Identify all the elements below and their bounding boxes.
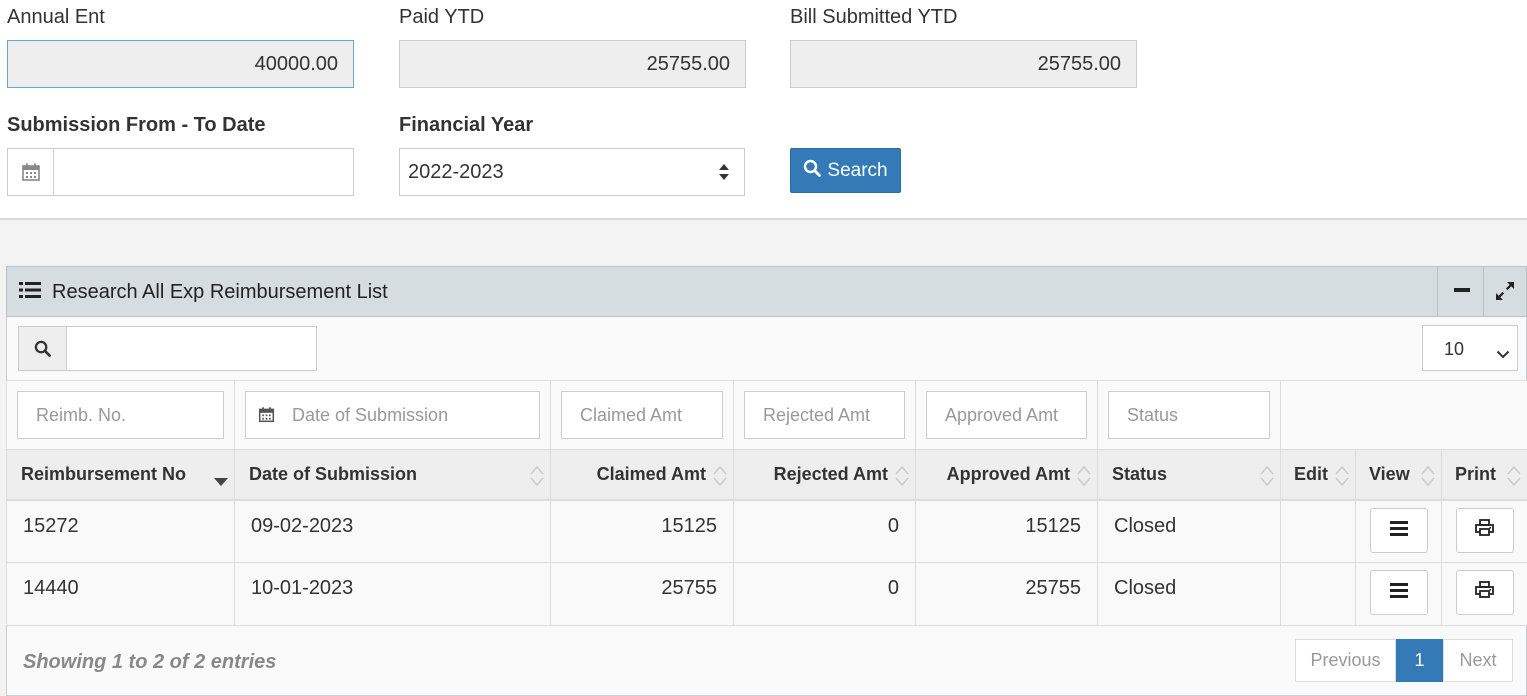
table-row: 14440 10-01-2023 25755 0 25755 Closed <box>6 562 1527 626</box>
sort-icon <box>1076 464 1092 493</box>
annual-ent-label: Annual Ent <box>7 6 105 28</box>
reimbursement-table: Reimb. No. Date of Submission Claimed Am… <box>6 380 1527 626</box>
col-approved-amt[interactable]: Approved Amt <box>915 449 1098 501</box>
col-rejected-amt[interactable]: Rejected Amt <box>733 449 916 501</box>
bill-submitted-ytd-field[interactable]: 25755.00 <box>790 40 1137 88</box>
page-length-select[interactable]: 10 <box>1422 325 1518 371</box>
chevron-down-icon <box>1496 343 1510 364</box>
sort-icon <box>712 464 728 493</box>
cell-reimb-no: 14440 <box>6 562 235 626</box>
select-arrows-icon <box>718 162 730 188</box>
filter-approved-amt[interactable]: Approved Amt <box>926 391 1087 439</box>
table-info: Showing 1 to 2 of 2 entries <box>23 651 277 673</box>
sort-icon <box>1420 464 1436 493</box>
print-button[interactable] <box>1455 507 1514 553</box>
submission-date-field[interactable] <box>7 148 354 196</box>
page-length-value: 10 <box>1444 339 1465 359</box>
sort-icon <box>529 464 545 493</box>
submission-date-label: Submission From - To Date <box>7 114 266 136</box>
view-button[interactable] <box>1369 570 1428 615</box>
list-icon <box>19 281 41 304</box>
sort-icon <box>894 464 910 493</box>
sort-icon <box>1334 464 1350 493</box>
filter-reimb-no[interactable]: Reimb. No. <box>17 391 224 439</box>
col-edit[interactable]: Edit <box>1280 449 1356 501</box>
cell-edit <box>1280 499 1356 563</box>
annual-ent-field[interactable]: 40000.00 <box>7 40 354 88</box>
calendar-icon[interactable] <box>8 149 54 195</box>
search-button[interactable]: Search <box>790 148 901 193</box>
financial-year-label: Financial Year <box>399 114 534 136</box>
print-button[interactable] <box>1455 570 1514 615</box>
printer-icon <box>1475 518 1494 542</box>
page-button-1[interactable]: 1 <box>1396 639 1443 682</box>
minimize-icon[interactable] <box>1452 280 1472 300</box>
previous-page-button[interactable]: Previous <box>1295 639 1396 682</box>
cell-view <box>1355 562 1442 626</box>
cell-print <box>1441 562 1527 626</box>
cell-edit <box>1280 562 1356 626</box>
cell-rejected: 0 <box>733 562 916 626</box>
filter-status[interactable]: Status <box>1108 391 1270 439</box>
filter-rejected-amt[interactable]: Rejected Amt <box>744 391 905 439</box>
header-row: Reimbursement No Date of Submission Clai… <box>6 449 1527 501</box>
col-view[interactable]: View <box>1355 449 1442 501</box>
bill-submitted-ytd-label: Bill Submitted YTD <box>790 6 958 28</box>
widget-title: Research All Exp Reimbursement List <box>52 281 388 303</box>
col-claimed-amt[interactable]: Claimed Amt <box>550 449 734 501</box>
col-status[interactable]: Status <box>1097 449 1281 501</box>
cell-view <box>1355 499 1442 563</box>
filter-claimed-amt[interactable]: Claimed Amt <box>561 391 723 439</box>
col-print[interactable]: Print <box>1441 449 1527 501</box>
sort-desc-icon <box>214 470 228 491</box>
paid-ytd-label: Paid YTD <box>399 6 485 28</box>
financial-year-value: 2022-2023 <box>408 161 504 183</box>
pagination: Previous 1 Next <box>1295 639 1513 682</box>
col-reimbursement-no[interactable]: Reimbursement No <box>6 449 235 501</box>
cell-claimed: 15125 <box>550 499 734 563</box>
search-icon <box>803 159 822 183</box>
cell-claimed: 25755 <box>550 562 734 626</box>
table-search[interactable] <box>18 326 317 371</box>
cell-date: 09-02-2023 <box>234 499 551 563</box>
header-divider <box>1483 267 1484 316</box>
cell-reimb-no: 15272 <box>6 499 235 563</box>
menu-icon <box>1389 581 1408 604</box>
header-divider <box>1437 267 1438 316</box>
filter-date-placeholder: Date of Submission <box>292 405 449 425</box>
sort-icon <box>1506 464 1522 493</box>
expand-icon[interactable] <box>1495 281 1515 306</box>
col-date-of-submission[interactable]: Date of Submission <box>234 449 551 501</box>
cell-status: Closed <box>1097 499 1281 563</box>
cell-approved: 25755 <box>915 562 1098 626</box>
cell-print <box>1441 499 1527 563</box>
sort-icon <box>1259 464 1275 493</box>
view-button[interactable] <box>1369 507 1428 553</box>
menu-icon <box>1389 519 1408 542</box>
cell-rejected: 0 <box>733 499 916 563</box>
cell-approved: 15125 <box>915 499 1098 563</box>
next-page-button[interactable]: Next <box>1443 639 1513 682</box>
table-row: 15272 09-02-2023 15125 0 15125 Closed <box>6 499 1527 563</box>
printer-icon <box>1475 581 1494 604</box>
search-icon <box>19 327 67 370</box>
filter-row: Reimb. No. Date of Submission Claimed Am… <box>6 380 1527 450</box>
paid-ytd-field[interactable]: 25755.00 <box>399 40 746 88</box>
cell-status: Closed <box>1097 562 1281 626</box>
search-button-label: Search <box>827 159 888 181</box>
calendar-icon <box>258 406 275 428</box>
financial-year-select[interactable]: 2022-2023 <box>399 148 745 196</box>
cell-date: 10-01-2023 <box>234 562 551 626</box>
filter-date-of-submission[interactable]: Date of Submission <box>245 391 540 439</box>
